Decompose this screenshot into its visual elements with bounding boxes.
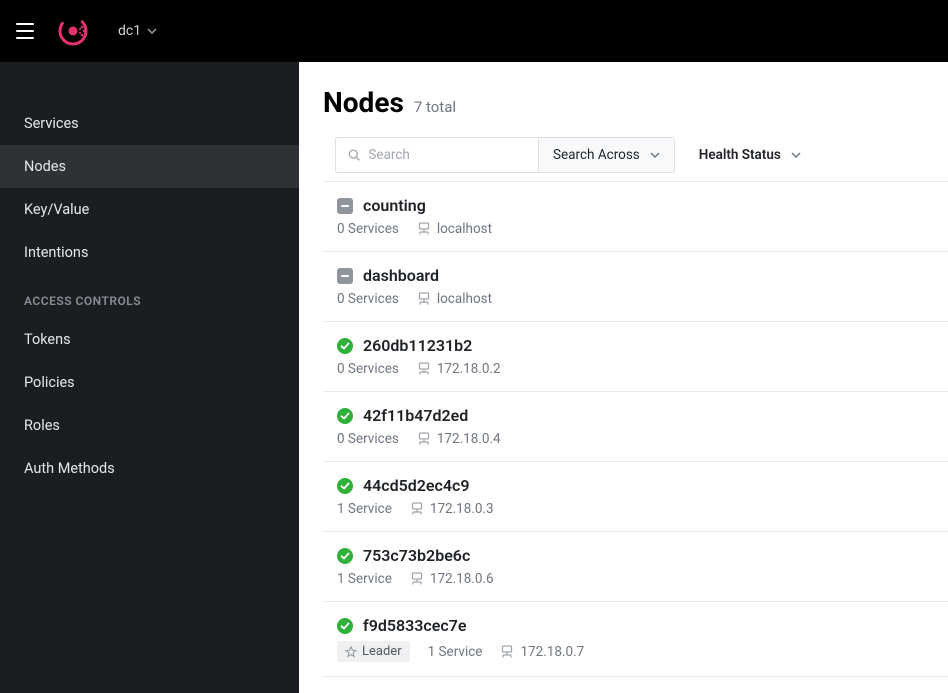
node-row[interactable]: 44cd5d2ec4c9 1 Service 172.18.0.3 — [323, 461, 948, 531]
search-input[interactable] — [368, 147, 526, 163]
consul-logo-icon — [58, 16, 88, 46]
star-icon — [345, 646, 357, 658]
search-across-button[interactable]: Search Across — [538, 138, 674, 172]
node-services-count: 1 Service — [337, 571, 392, 587]
network-icon — [410, 502, 424, 516]
minus-square-icon — [337, 268, 353, 284]
check-circle-icon — [337, 408, 353, 424]
sidebar: ServicesNodesKey/ValueIntentions ACCESS … — [0, 62, 299, 693]
health-status-label: Health Status — [699, 147, 781, 163]
sidebar-item-auth-methods[interactable]: Auth Methods — [0, 447, 299, 490]
network-icon — [500, 645, 514, 659]
network-icon — [417, 222, 431, 236]
node-name: 753c73b2be6c — [363, 546, 470, 565]
node-row[interactable]: 753c73b2be6c 1 Service 172.18.0.6 — [323, 531, 948, 601]
header: dc1 — [0, 0, 948, 62]
node-services-count: 0 Services — [337, 221, 399, 237]
toolbar: Search Across Health Status — [335, 137, 948, 173]
node-address: 172.18.0.7 — [500, 644, 584, 660]
node-meta: 0 Services localhost — [337, 291, 948, 307]
node-address: 172.18.0.6 — [410, 571, 494, 587]
check-circle-icon — [337, 618, 353, 634]
check-circle-icon — [337, 338, 353, 354]
sidebar-item-nodes[interactable]: Nodes — [0, 145, 299, 188]
minus-square-icon — [337, 198, 353, 214]
search-group: Search Across — [335, 137, 675, 173]
node-address: localhost — [417, 221, 492, 237]
node-meta: 0 Services 172.18.0.2 — [337, 361, 948, 377]
network-icon — [417, 362, 431, 376]
node-meta: 0 Services 172.18.0.4 — [337, 431, 948, 447]
node-row[interactable]: dashboard 0 Services localhost — [323, 251, 948, 321]
check-circle-icon — [337, 478, 353, 494]
network-icon — [417, 432, 431, 446]
health-status-filter[interactable]: Health Status — [699, 147, 801, 163]
network-icon — [410, 572, 424, 586]
chevron-down-icon — [791, 152, 801, 158]
node-meta: 0 Services localhost — [337, 221, 948, 237]
node-address: 172.18.0.3 — [410, 501, 494, 517]
node-meta: 1 Service 172.18.0.6 — [337, 571, 948, 587]
node-name: f9d5833cec7e — [363, 616, 466, 635]
node-services-count: 0 Services — [337, 361, 399, 377]
sidebar-item-roles[interactable]: Roles — [0, 404, 299, 447]
node-row[interactable]: 260db11231b2 0 Services 172.18.0.2 — [323, 321, 948, 391]
chevron-down-icon — [650, 152, 660, 158]
node-services-count: 0 Services — [337, 291, 399, 307]
search-box[interactable] — [336, 138, 538, 172]
datacenter-select[interactable]: dc1 — [118, 23, 157, 39]
sidebar-item-services[interactable]: Services — [0, 102, 299, 145]
page-subtitle: 7 total — [414, 98, 456, 116]
search-icon — [348, 148, 360, 162]
node-address: 172.18.0.2 — [417, 361, 501, 377]
network-icon — [417, 292, 431, 306]
node-meta: Leader 1 Service 172.18.0.7 — [337, 641, 948, 662]
page-title: Nodes — [323, 86, 404, 119]
node-address: 172.18.0.4 — [417, 431, 501, 447]
page-header: Nodes 7 total — [323, 86, 948, 119]
search-across-label: Search Across — [553, 147, 640, 163]
node-name: dashboard — [363, 266, 439, 285]
node-services-count: 0 Services — [337, 431, 399, 447]
node-name: 42f11b47d2ed — [363, 406, 468, 425]
node-meta: 1 Service 172.18.0.3 — [337, 501, 948, 517]
node-name: 44cd5d2ec4c9 — [363, 476, 470, 495]
sidebar-item-policies[interactable]: Policies — [0, 361, 299, 404]
main-content: Nodes 7 total Search Across Health Sta — [299, 62, 948, 693]
node-services-count: 1 Service — [337, 501, 392, 517]
check-circle-icon — [337, 548, 353, 564]
node-list: counting 0 Services localhost dashboard 0 Se… — [323, 181, 948, 677]
node-address: localhost — [417, 291, 492, 307]
sidebar-item-tokens[interactable]: Tokens — [0, 318, 299, 361]
sidebar-item-key-value[interactable]: Key/Value — [0, 188, 299, 231]
sidebar-item-intentions[interactable]: Intentions — [0, 231, 299, 274]
node-name: 260db11231b2 — [363, 336, 472, 355]
sidebar-section-access-controls: ACCESS CONTROLS — [0, 274, 299, 318]
node-row[interactable]: 42f11b47d2ed 0 Services 172.18.0.4 — [323, 391, 948, 461]
node-row[interactable]: counting 0 Services localhost — [323, 181, 948, 251]
node-row[interactable]: f9d5833cec7e Leader 1 Service 172.18.0.7 — [323, 601, 948, 677]
datacenter-label: dc1 — [118, 23, 141, 39]
leader-badge: Leader — [337, 641, 410, 662]
node-services-count: 1 Service — [428, 644, 483, 660]
node-name: counting — [363, 196, 426, 215]
chevron-down-icon — [147, 28, 157, 34]
menu-icon[interactable] — [16, 19, 40, 43]
